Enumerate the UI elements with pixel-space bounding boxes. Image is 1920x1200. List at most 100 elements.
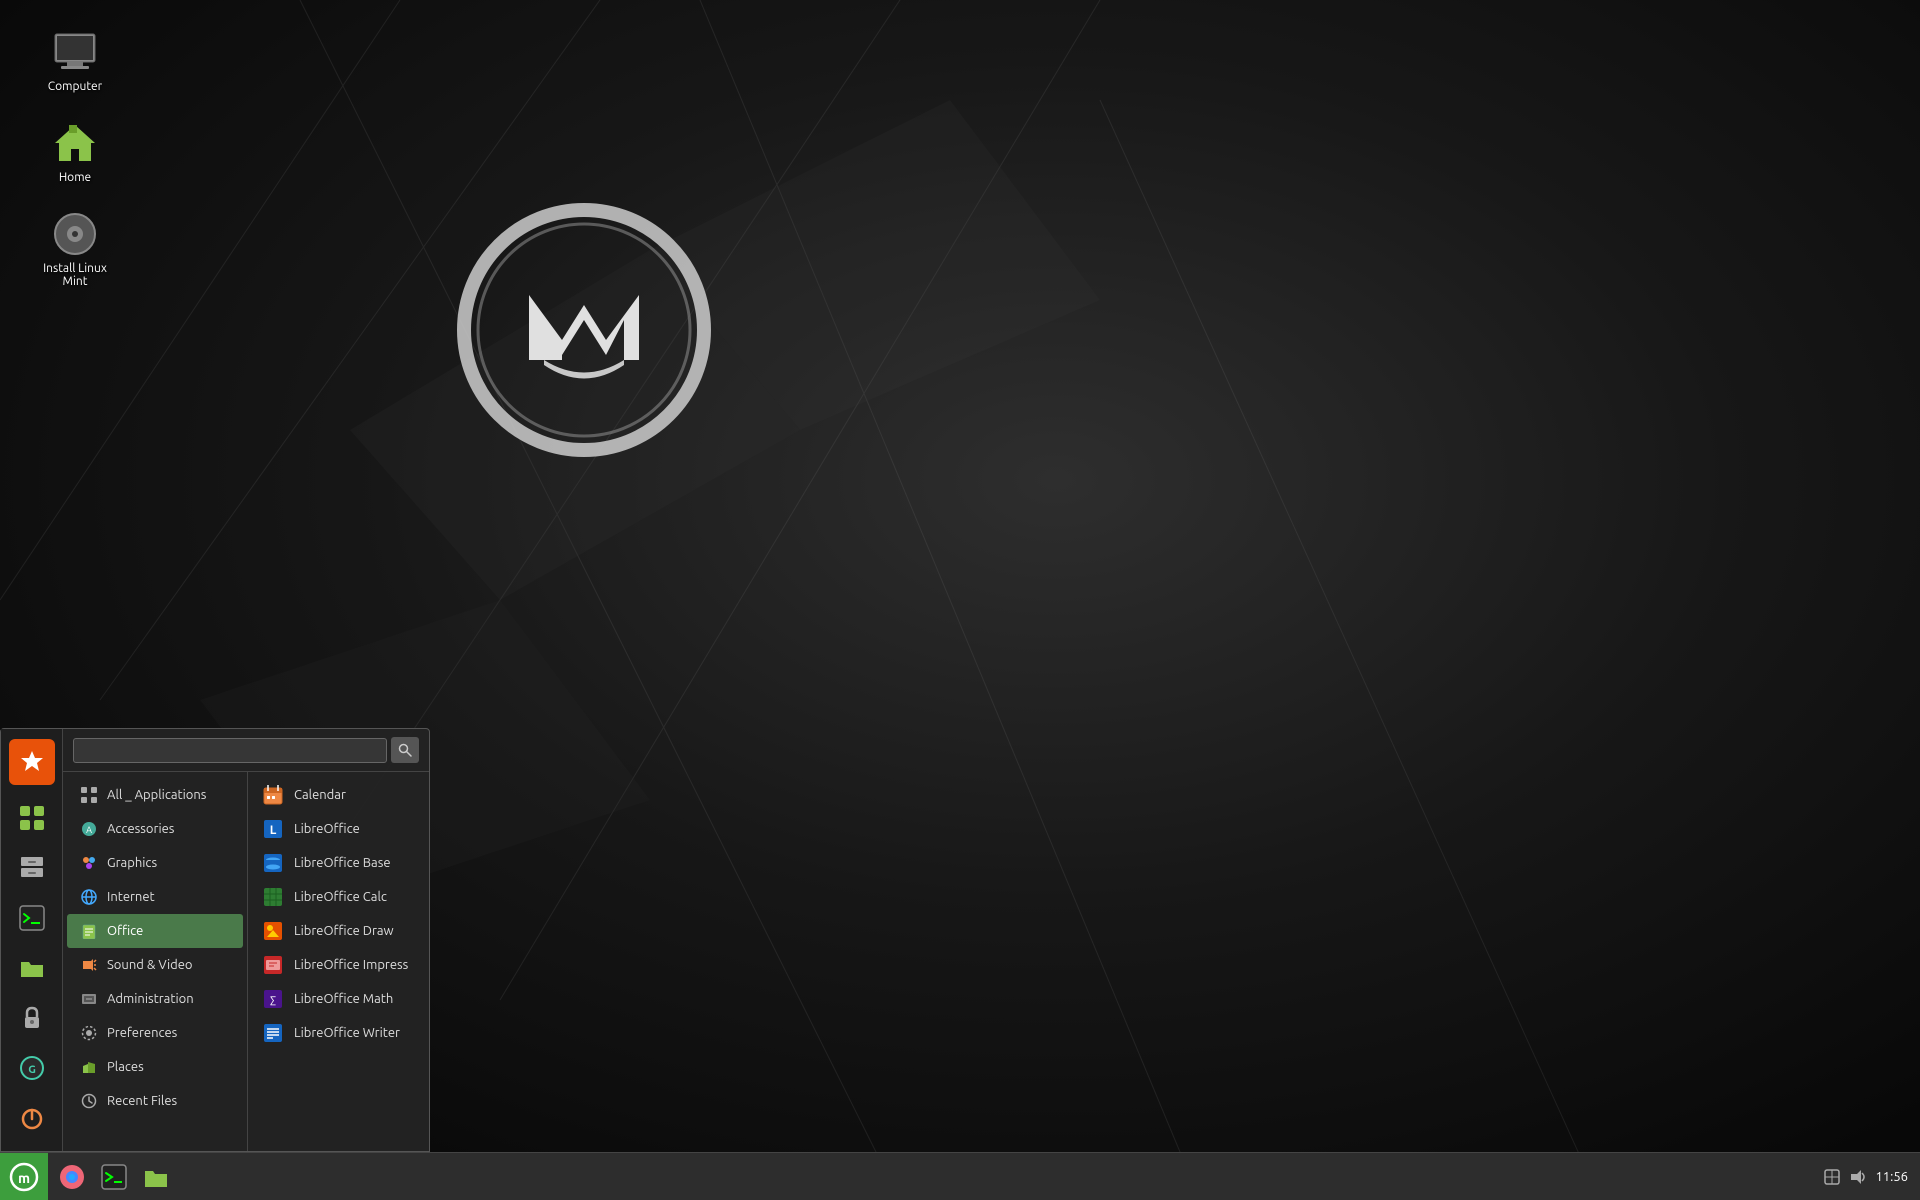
home-icon: [51, 119, 99, 167]
category-all-label: All _ Applications: [107, 788, 206, 802]
app-lo-writer-label: LibreOffice Writer: [294, 1026, 400, 1040]
sidebar-icon-lock[interactable]: [9, 995, 55, 1041]
categories-panel: All _ Applications A Accessories: [63, 772, 248, 1151]
category-preferences[interactable]: Preferences: [67, 1016, 243, 1050]
desktop-icon-install[interactable]: Install Linux Mint: [30, 202, 120, 296]
mint-logo-svg: [454, 200, 714, 460]
sidebar-icon-favorites[interactable]: [9, 739, 55, 785]
svg-text:m: m: [18, 1170, 30, 1186]
sidebar-icon-power[interactable]: [9, 1095, 55, 1141]
category-office-label: Office: [107, 924, 143, 938]
search-button[interactable]: [391, 737, 419, 763]
terminal-taskbar-icon: [100, 1163, 128, 1191]
category-internet[interactable]: Internet: [67, 880, 243, 914]
lo-math-app-icon: ∑: [262, 988, 284, 1010]
firefox-taskbar-icon: [58, 1163, 86, 1191]
category-recent-label: Recent Files: [107, 1094, 177, 1108]
taskbar-start-button[interactable]: m: [0, 1153, 48, 1200]
office-icon: [79, 921, 99, 941]
search-bar: [63, 729, 429, 772]
all-apps-icon: [79, 785, 99, 805]
desktop-icons-container: Computer Home Install Linux Mint: [30, 20, 120, 296]
app-lo-impress-label: LibreOffice Impress: [294, 958, 408, 972]
app-libreoffice-label: LibreOffice: [294, 822, 360, 836]
app-lo-base[interactable]: LibreOffice Base: [248, 846, 429, 880]
sidebar-icon-grub[interactable]: G: [9, 1045, 55, 1091]
graphics-icon: [79, 853, 99, 873]
category-recent[interactable]: Recent Files: [67, 1084, 243, 1118]
svg-text:L: L: [270, 824, 277, 837]
app-lo-math[interactable]: ∑ LibreOffice Math: [248, 982, 429, 1016]
taskbar-clock[interactable]: 11:56: [1875, 1170, 1908, 1184]
mint-logo: [454, 200, 714, 460]
category-graphics[interactable]: Graphics: [67, 846, 243, 880]
app-libreoffice[interactable]: L LibreOffice: [248, 812, 429, 846]
app-lo-base-label: LibreOffice Base: [294, 856, 391, 870]
computer-icon: [51, 28, 99, 76]
sidebar-icon-cabinet[interactable]: [9, 845, 55, 891]
sidebar-icon-apps[interactable]: [9, 795, 55, 841]
internet-icon: [79, 887, 99, 907]
lo-impress-app-icon: [262, 954, 284, 976]
taskbar-item-terminal[interactable]: [94, 1157, 134, 1197]
start-menu-main: All _ Applications A Accessories: [63, 729, 429, 1151]
calendar-app-icon: [262, 784, 284, 806]
sidebar-icon-terminal[interactable]: [9, 895, 55, 941]
libreoffice-app-icon: L: [262, 818, 284, 840]
app-lo-calc-label: LibreOffice Calc: [294, 890, 387, 904]
start-menu-sidebar: G: [1, 729, 63, 1151]
category-administration[interactable]: Administration: [67, 982, 243, 1016]
app-lo-calc[interactable]: LibreOffice Calc: [248, 880, 429, 914]
administration-icon: [79, 989, 99, 1009]
category-preferences-label: Preferences: [107, 1026, 177, 1040]
taskbar-item-firefox[interactable]: [52, 1157, 92, 1197]
menu-content: All _ Applications A Accessories: [63, 772, 429, 1151]
category-all[interactable]: All _ Applications: [67, 778, 243, 812]
taskbar-tray: 11:56: [1811, 1168, 1920, 1186]
category-internet-label: Internet: [107, 890, 155, 904]
lo-writer-app-icon: [262, 1022, 284, 1044]
files-taskbar-icon: [142, 1163, 170, 1191]
accessories-icon: A: [79, 819, 99, 839]
sidebar-icon-folder[interactable]: [9, 945, 55, 991]
taskbar-item-files[interactable]: [136, 1157, 176, 1197]
app-lo-draw[interactable]: LibreOffice Draw: [248, 914, 429, 948]
app-lo-impress[interactable]: LibreOffice Impress: [248, 948, 429, 982]
taskbar-items: [48, 1157, 1811, 1197]
app-calendar-label: Calendar: [294, 788, 346, 802]
desktop-icon-home[interactable]: Home: [30, 111, 120, 192]
category-places-label: Places: [107, 1060, 144, 1074]
places-icon: [79, 1057, 99, 1077]
volume-tray-icon: [1849, 1168, 1867, 1186]
app-lo-draw-label: LibreOffice Draw: [294, 924, 394, 938]
apps-panel: Calendar L LibreOffice: [248, 772, 429, 1151]
install-icon: [51, 210, 99, 258]
category-sound-video[interactable]: Sound & Video: [67, 948, 243, 982]
app-lo-math-label: LibreOffice Math: [294, 992, 393, 1006]
computer-icon-label: Computer: [48, 80, 102, 93]
mint-start-icon: m: [9, 1162, 39, 1192]
svg-text:A: A: [86, 825, 92, 835]
taskbar: m: [0, 1152, 1920, 1200]
home-icon-label: Home: [59, 171, 91, 184]
category-office[interactable]: Office: [67, 914, 243, 948]
lo-base-app-icon: [262, 852, 284, 874]
sound-video-icon: [79, 955, 99, 975]
category-accessories-label: Accessories: [107, 822, 174, 836]
install-icon-label: Install Linux Mint: [34, 262, 116, 288]
desktop-icon-computer[interactable]: Computer: [30, 20, 120, 101]
desktop: Computer Home Install Linux Mint: [0, 0, 1920, 1200]
app-calendar[interactable]: Calendar: [248, 778, 429, 812]
search-input[interactable]: [73, 738, 387, 763]
svg-text:∑: ∑: [270, 995, 276, 1007]
category-sound-video-label: Sound & Video: [107, 958, 193, 972]
preferences-icon: [79, 1023, 99, 1043]
category-graphics-label: Graphics: [107, 856, 157, 870]
app-lo-writer[interactable]: LibreOffice Writer: [248, 1016, 429, 1050]
category-accessories[interactable]: A Accessories: [67, 812, 243, 846]
search-icon: [398, 743, 412, 757]
category-places[interactable]: Places: [67, 1050, 243, 1084]
recent-files-icon: [79, 1091, 99, 1111]
lo-calc-app-icon: [262, 886, 284, 908]
category-administration-label: Administration: [107, 992, 194, 1006]
